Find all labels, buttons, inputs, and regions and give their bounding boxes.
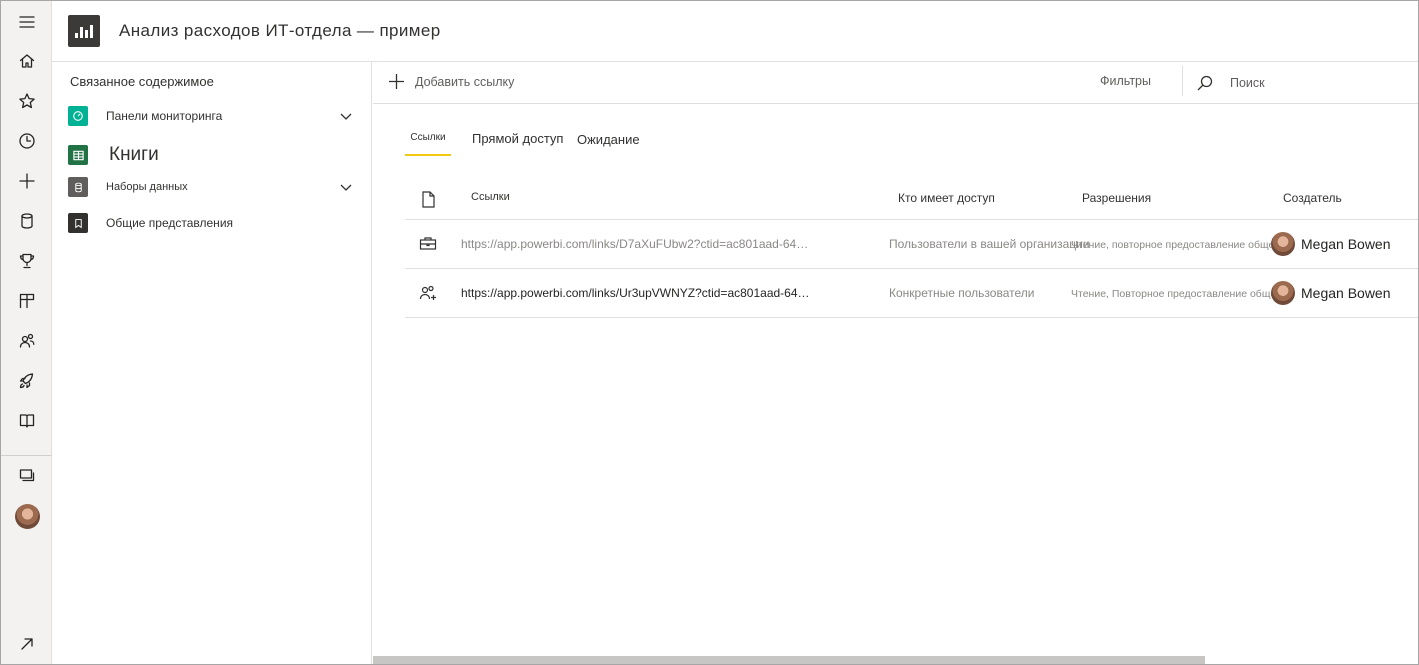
nav-item-label: Книги — [109, 144, 159, 165]
shared-people-icon[interactable] — [1, 321, 52, 361]
report-chart-icon — [68, 15, 100, 47]
filters-button[interactable]: Фильтры — [1100, 74, 1151, 88]
access-value: Конкретные пользователи — [889, 286, 1035, 300]
nav-item-label: Панели мониторинга — [106, 109, 223, 123]
home-icon[interactable] — [1, 41, 52, 81]
link-url[interactable]: https://app.powerbi.com/links/D7aXuFUbw2… — [461, 237, 821, 251]
table-header: Ссылки Кто имеет доступ Разрешения Созда… — [405, 178, 1418, 220]
search-icon — [1197, 75, 1213, 91]
create-plus-icon[interactable] — [1, 161, 52, 201]
bookmark-icon — [68, 213, 88, 233]
workspace-stack-icon[interactable] — [1, 456, 52, 496]
specific-people-icon — [419, 285, 436, 300]
toolbar-divider — [1182, 66, 1183, 96]
related-content-pane: Связанное содержимое Панели мониторинга … — [52, 62, 372, 664]
search-box[interactable] — [1196, 72, 1406, 94]
nav-item-dashboards[interactable]: Панели мониторинга — [68, 102, 353, 130]
related-content-header: Связанное содержимое — [70, 74, 214, 89]
dataset-icon — [68, 177, 88, 197]
expand-arrow-icon[interactable] — [1, 624, 52, 664]
app-header: Анализ расходов ИТ-отдела — пример — [52, 1, 1418, 62]
horizontal-scrollbar-thumb[interactable] — [373, 656, 1205, 664]
add-link-label: Добавить ссылку — [415, 74, 515, 89]
dashboard-icon — [68, 106, 88, 126]
links-table: Ссылки Кто имеет доступ Разрешения Созда… — [405, 178, 1418, 318]
column-header-access[interactable]: Кто имеет доступ — [898, 191, 995, 205]
nav-item-label: Общие представления — [106, 216, 234, 230]
document-icon — [422, 191, 435, 208]
creator-name: Megan Bowen — [1301, 236, 1391, 252]
creator-avatar — [1271, 232, 1295, 256]
chevron-down-icon[interactable] — [339, 109, 353, 123]
column-header-creator[interactable]: Создатель — [1283, 191, 1342, 205]
access-value: Пользователи в вашей организации — [889, 237, 1090, 251]
creator-avatar — [1271, 281, 1295, 305]
menu-icon[interactable] — [1, 2, 52, 42]
recent-clock-icon[interactable] — [1, 121, 52, 161]
account-avatar[interactable] — [15, 504, 40, 529]
search-input[interactable] — [1230, 76, 1390, 90]
nav-item-shared-views[interactable]: Общие представления — [68, 209, 353, 237]
toolbar: Добавить ссылку Фильтры — [373, 62, 1418, 104]
permissions-value: Чтение, Повторное предоставление общего — [1071, 288, 1286, 300]
apps-icon[interactable] — [1, 281, 52, 321]
link-url[interactable]: https://app.powerbi.com/links/Ur3upVWNYZ… — [461, 286, 821, 300]
favorites-star-icon[interactable] — [1, 81, 52, 121]
nav-item-datasets[interactable]: Наборы данных — [68, 173, 353, 201]
plus-icon — [389, 74, 404, 89]
organization-briefcase-icon — [419, 237, 437, 250]
page-title: Анализ расходов ИТ-отдела — пример — [119, 21, 441, 40]
workspaces-book-icon[interactable] — [1, 401, 52, 441]
tab-direct-access[interactable]: Прямой доступ — [472, 124, 563, 156]
left-rail — [1, 1, 52, 664]
learn-rocket-icon[interactable] — [1, 361, 52, 401]
creator-name: Megan Bowen — [1301, 285, 1391, 301]
tab-pending[interactable]: Ожидание — [577, 124, 640, 156]
table-row[interactable]: https://app.powerbi.com/links/D7aXuFUbw2… — [405, 220, 1418, 269]
column-header-permissions[interactable]: Разрешения — [1082, 191, 1151, 205]
tab-links[interactable]: Ссылки — [405, 124, 451, 156]
table-row[interactable]: https://app.powerbi.com/links/Ur3upVWNYZ… — [405, 269, 1418, 318]
add-link-button[interactable]: Добавить ссылку — [388, 73, 514, 90]
permissions-value: Чтение, повторное предоставление общего — [1071, 239, 1284, 251]
excel-workbook-icon — [68, 145, 88, 165]
chevron-down-icon[interactable] — [339, 180, 353, 194]
nav-item-workbooks[interactable]: Книги — [68, 141, 353, 169]
column-header-links[interactable]: Ссылки — [471, 191, 510, 203]
goals-trophy-icon[interactable] — [1, 241, 52, 281]
datasets-cylinder-icon[interactable] — [1, 201, 52, 241]
nav-item-label: Наборы данных — [106, 181, 188, 193]
